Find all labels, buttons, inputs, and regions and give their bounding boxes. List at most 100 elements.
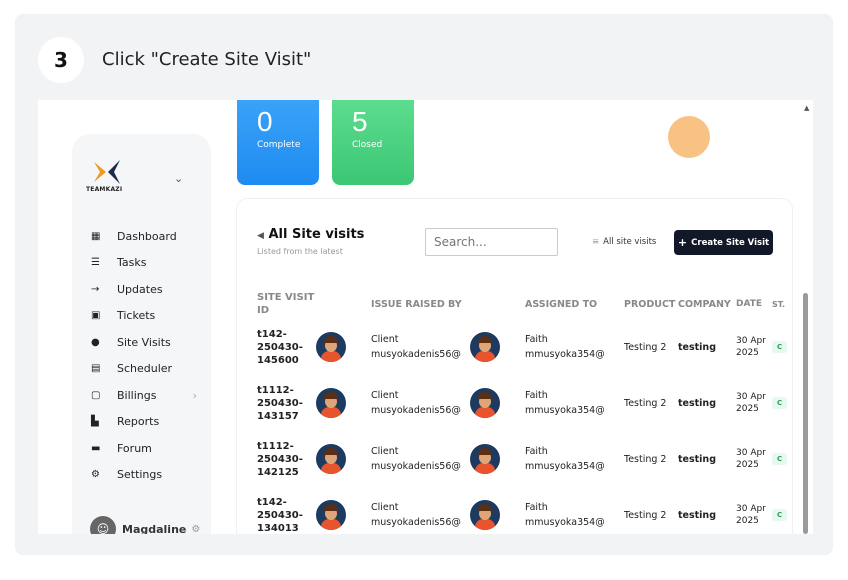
- status-badge: C: [772, 341, 788, 353]
- sidebar-item-label: Tasks: [117, 256, 147, 270]
- sidebar-item-settings[interactable]: ⚙ Settings: [91, 462, 211, 489]
- raised-role: Client: [371, 390, 399, 401]
- assigned-name: Faith: [525, 334, 548, 345]
- site-visits-table: SITE VISIT ID ISSUE RAISED BY ASSIGNED T…: [257, 289, 792, 534]
- site-visits-panel: ◀ All Site visits Listed from the latest…: [237, 199, 792, 534]
- raised-email: musyokadenis56@: [371, 405, 461, 416]
- table-row[interactable]: t142-250430-134013 Client musyokadenis56@…: [257, 487, 792, 534]
- list-icon: ≡: [592, 237, 600, 247]
- status-badge: C: [772, 397, 788, 409]
- assigned-email: mmusyoka354@: [525, 461, 605, 472]
- chevron-right-icon: ›: [192, 388, 197, 402]
- table-header: SITE VISIT ID ISSUE RAISED BY ASSIGNED T…: [257, 289, 792, 319]
- scrollbar-thumb[interactable]: [803, 293, 808, 534]
- panel-title-text: All Site visits: [268, 227, 365, 242]
- date: 30 Apr 2025: [736, 447, 766, 471]
- sidebar-item-label: Updates: [117, 282, 163, 296]
- avatar: ☺: [90, 516, 116, 534]
- company: testing: [678, 397, 716, 409]
- panel-title: ◀ All Site visits: [257, 227, 364, 242]
- raised-by: Client musyokadenis56@: [371, 431, 470, 487]
- assigned-to: Faith mmusyoka354@: [525, 431, 624, 487]
- gear-icon[interactable]: ⚙: [191, 524, 200, 535]
- settings-icon: ⚙: [91, 469, 100, 481]
- raised-email: musyokadenis56@: [371, 461, 461, 472]
- assigned-email: mmusyoka354@: [525, 349, 605, 360]
- sidebar-item-label: Dashboard: [117, 229, 177, 243]
- column-header[interactable]: DATE: [736, 289, 772, 319]
- stat-label: Complete: [257, 140, 301, 150]
- sidebar-item-tickets[interactable]: ▣ Tickets: [91, 303, 211, 330]
- sidebar-item-label: Settings: [117, 468, 163, 482]
- step-number: 3: [38, 37, 84, 83]
- visit-id[interactable]: t1112-250430-143157: [257, 375, 316, 431]
- table-row[interactable]: t1112-250430-143157 Client musyokadenis56…: [257, 375, 792, 431]
- column-header[interactable]: PRODUCT: [624, 289, 678, 319]
- sidebar-item-label: Site Visits: [117, 335, 171, 349]
- sidebar-item-tasks[interactable]: ☰ Tasks: [91, 250, 211, 277]
- raised-role: Client: [371, 334, 399, 345]
- product: Testing 2: [624, 397, 667, 409]
- company: testing: [678, 341, 716, 353]
- visit-id[interactable]: t142-250430-134013: [257, 487, 316, 534]
- assigned-name: Faith: [525, 446, 548, 457]
- reports-icon: ▙: [91, 416, 99, 428]
- avatar: [470, 332, 500, 362]
- sidebar-item-billings[interactable]: ▢ Billings ›: [91, 382, 211, 409]
- sidebar-item-label: Scheduler: [117, 362, 173, 376]
- app-screenshot: TEAMKAZI ⌄ ▦ Dashboard ☰ Tasks → Updates…: [38, 100, 813, 534]
- user-name: Magdaline: [122, 522, 187, 535]
- visit-id[interactable]: t142-250430-145600: [257, 319, 316, 375]
- visit-id[interactable]: t1112-250430-142125: [257, 431, 316, 487]
- table-row[interactable]: t142-250430-145600 Client musyokadenis56@…: [257, 319, 792, 375]
- raised-role: Client: [371, 502, 399, 513]
- product: Testing 2: [624, 341, 667, 353]
- chevron-down-icon[interactable]: ⌄: [174, 172, 183, 185]
- sidebar-item-forum[interactable]: ▬ Forum: [91, 435, 211, 462]
- stat-card-complete[interactable]: 0 Complete: [237, 100, 319, 185]
- column-header[interactable]: SITE VISIT ID: [257, 289, 316, 319]
- calendar-icon: ▤: [91, 363, 101, 375]
- avatar: [470, 388, 500, 418]
- sidebar-item-reports[interactable]: ▙ Reports: [91, 409, 211, 436]
- plus-icon: +: [677, 236, 688, 249]
- company: testing: [678, 453, 716, 465]
- location-pin-icon: ●: [91, 336, 100, 348]
- column-header: [470, 289, 525, 319]
- step-instruction: Click "Create Site Visit": [102, 49, 312, 70]
- table-row[interactable]: t1112-250430-142125 Client musyokadenis56…: [257, 431, 792, 487]
- raised-by: Client musyokadenis56@: [371, 487, 470, 534]
- avatar: [316, 500, 346, 530]
- column-header[interactable]: COMPANY: [678, 289, 736, 319]
- stat-label: Closed: [352, 140, 383, 150]
- filter-dropdown[interactable]: ≡ All site visits: [592, 237, 656, 247]
- dashboard-icon: ▦: [91, 230, 101, 242]
- avatar: [316, 444, 346, 474]
- send-icon: ◀: [257, 231, 264, 241]
- sidebar-item-updates[interactable]: → Updates: [91, 276, 211, 303]
- date: 30 Apr 2025: [736, 503, 766, 527]
- column-header[interactable]: ASSIGNED TO: [525, 289, 624, 319]
- column-header[interactable]: ISSUE RAISED BY: [371, 289, 470, 319]
- sidebar-item-label: Billings: [117, 388, 157, 402]
- product: Testing 2: [624, 453, 667, 465]
- column-header[interactable]: ST.: [772, 289, 792, 319]
- column-header: [316, 289, 371, 319]
- sidebar-item-scheduler[interactable]: ▤ Scheduler: [91, 356, 211, 383]
- stat-card-closed[interactable]: 5 Closed: [332, 100, 414, 185]
- brand-name: TEAMKAZI: [86, 186, 123, 193]
- create-site-visit-button[interactable]: + Create Site Visit: [674, 230, 773, 255]
- sidebar-item-site-visits[interactable]: ● Site Visits: [91, 329, 211, 356]
- raised-role: Client: [371, 446, 399, 457]
- raised-email: musyokadenis56@: [371, 517, 461, 528]
- company: testing: [678, 509, 716, 521]
- search-input[interactable]: [425, 228, 558, 256]
- status-badge: C: [772, 453, 788, 465]
- avatar: [316, 388, 346, 418]
- assigned-to: Faith mmusyoka354@: [525, 375, 624, 431]
- billing-icon: ▢: [91, 389, 101, 401]
- scroll-up-arrow[interactable]: ▲: [804, 104, 809, 112]
- sidebar-item-dashboard[interactable]: ▦ Dashboard: [91, 223, 211, 250]
- sidebar-item-label: Forum: [117, 441, 152, 455]
- user-profile[interactable]: ☺ Magdaline ⚙: [90, 516, 200, 534]
